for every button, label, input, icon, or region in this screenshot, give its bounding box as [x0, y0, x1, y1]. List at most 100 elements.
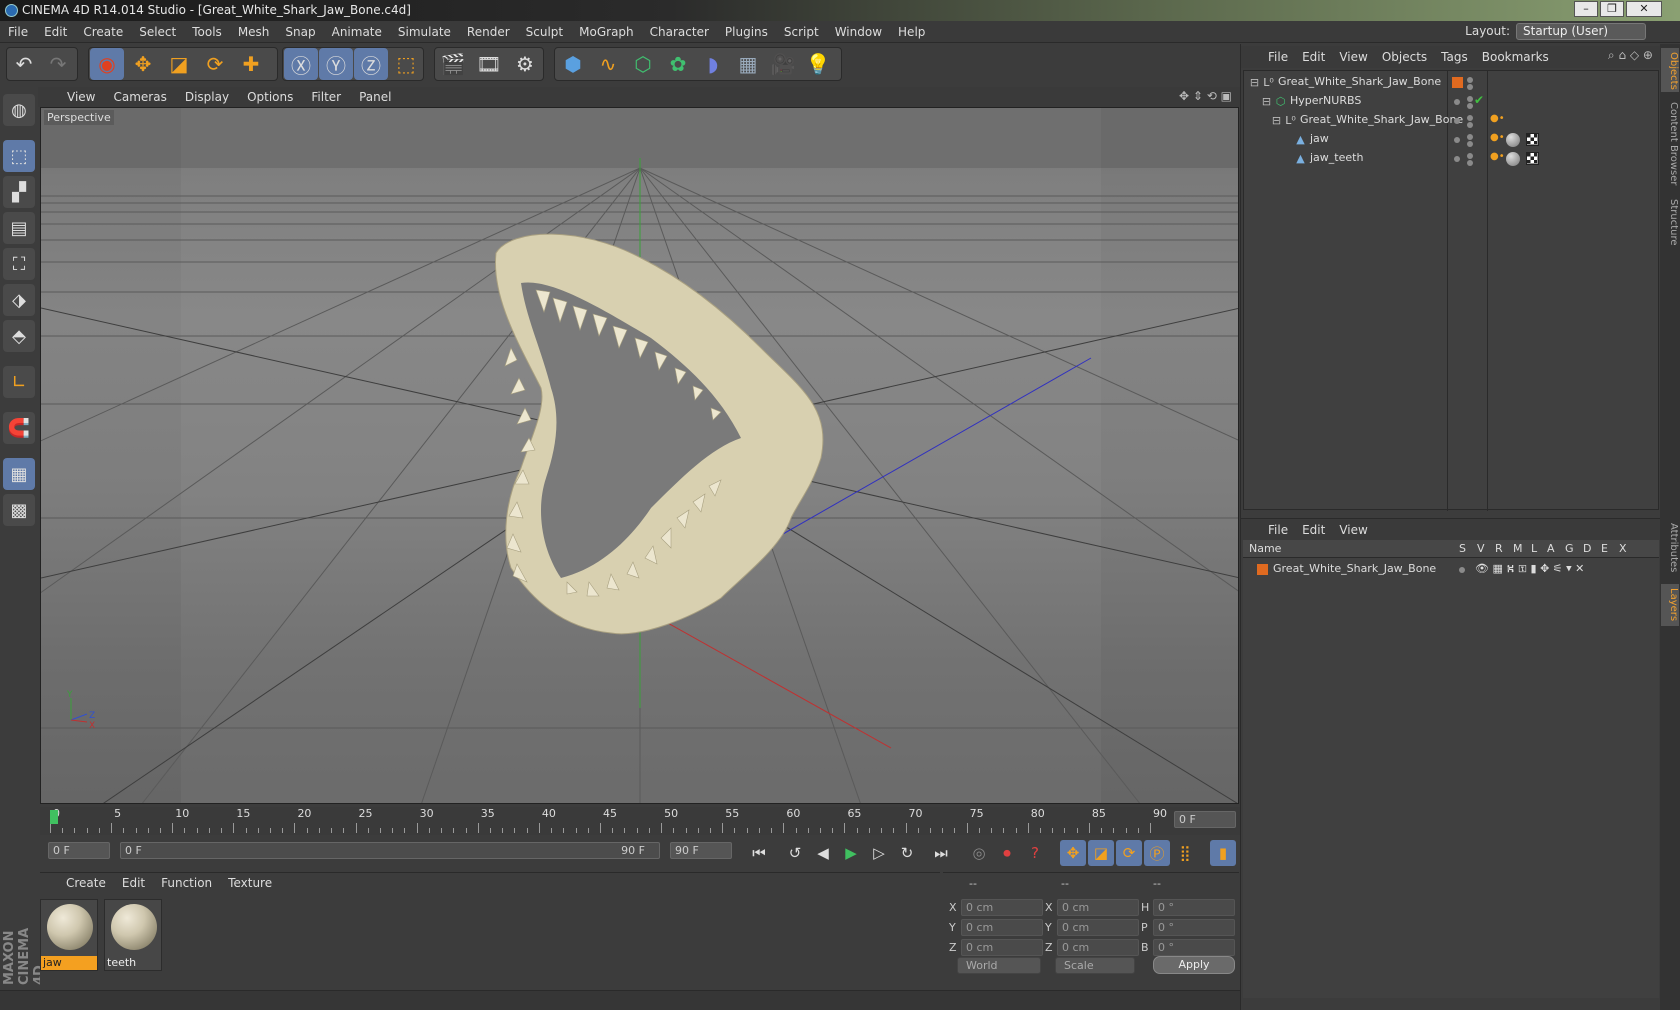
layer-col-g[interactable]: G — [1565, 542, 1574, 555]
phong-tag-icon[interactable]: ●• — [1490, 113, 1505, 124]
rotation-b-field[interactable]: 0 ° — [1153, 939, 1235, 956]
scale-icon[interactable]: ◪ — [162, 48, 196, 80]
viewport-menu-options[interactable]: Options — [238, 87, 302, 107]
edges-mode-icon[interactable]: ⬗ — [3, 284, 35, 316]
expand-icon[interactable]: ⊟ — [1270, 114, 1283, 127]
viewport-menu-cameras[interactable]: Cameras — [104, 87, 175, 107]
z-axis-icon[interactable]: Ⓩ — [354, 48, 388, 80]
position-x-field[interactable]: 0 cm — [961, 899, 1043, 916]
render-picture-viewer-icon[interactable]: 🎞 — [472, 48, 506, 80]
key-position-icon[interactable]: ✥ — [1060, 840, 1086, 866]
viewport-menu-filter[interactable]: Filter — [302, 87, 350, 107]
object-row[interactable]: ▲ jaw ●• — [1244, 130, 1658, 150]
perspective-viewport[interactable]: Y Z X Perspective — [40, 107, 1239, 804]
layer-col-m[interactable]: M — [1513, 542, 1523, 555]
layer-col-d[interactable]: D — [1583, 542, 1591, 555]
menu-animate[interactable]: Animate — [324, 21, 390, 43]
material-menu-function[interactable]: Function — [153, 873, 220, 893]
goto-end-icon[interactable]: ⏭ — [928, 840, 954, 866]
layer-col-name[interactable]: Name — [1249, 542, 1281, 555]
x-axis-icon[interactable]: Ⓧ — [284, 48, 318, 80]
layout-dropdown[interactable]: Startup (User) — [1516, 23, 1646, 40]
object-manager-tools-icons[interactable]: ⌕ ⌂ ◇ ⊕ — [1608, 48, 1653, 63]
make-editable-icon[interactable]: ◍ — [3, 94, 35, 126]
start-frame-field[interactable]: 0 F — [48, 842, 110, 859]
current-frame-field[interactable]: 0 F — [1174, 811, 1236, 828]
points-mode-icon[interactable]: ⛶ — [3, 248, 35, 280]
phong-tag-icon[interactable]: ●• — [1490, 151, 1505, 162]
layer-col-l[interactable]: L — [1531, 542, 1537, 555]
deformer-icon[interactable]: ◗ — [696, 48, 730, 80]
menu-mograph[interactable]: MoGraph — [571, 21, 642, 43]
menu-plugins[interactable]: Plugins — [717, 21, 776, 43]
prev-frame-icon[interactable]: ◀ — [810, 840, 836, 866]
layer-col-r[interactable]: R — [1495, 542, 1503, 555]
material-tag-icon[interactable] — [1506, 133, 1520, 147]
timeline-window-icon[interactable]: ▮ — [1210, 840, 1236, 866]
layer-menu-view[interactable]: View — [1332, 519, 1374, 541]
timeline-ruler[interactable]: 051015202530354045505560657075808590 0 F — [40, 807, 1240, 835]
object-row[interactable]: ▲ jaw_teeth ●• — [1244, 149, 1658, 169]
menu-file[interactable]: File — [0, 21, 36, 43]
key-scale-icon[interactable]: ◪ — [1088, 840, 1114, 866]
snap-magnet-icon[interactable]: 🧲 — [3, 412, 35, 444]
layer-col-a[interactable]: A — [1547, 542, 1555, 555]
play-icon[interactable]: ▶ — [838, 840, 864, 866]
size-x-field[interactable]: 0 cm — [1057, 899, 1139, 916]
viewport-menu-panel[interactable]: Panel — [350, 87, 400, 107]
quantize-icon[interactable]: ▩ — [3, 494, 35, 526]
menu-create[interactable]: Create — [75, 21, 131, 43]
end-frame-field[interactable]: 90 F — [670, 842, 732, 859]
workplane-icon[interactable]: ▤ — [3, 212, 35, 244]
object-row[interactable]: ⊟ L⁰ Great_White_Shark_Jaw_Bone — [1244, 73, 1658, 93]
position-z-field[interactable]: 0 cm — [961, 939, 1043, 956]
tab-structure[interactable]: Structure — [1661, 194, 1679, 250]
layer-menu-file[interactable]: File — [1261, 519, 1295, 541]
array-icon[interactable]: ✿ — [661, 48, 695, 80]
layer-color-swatch[interactable] — [1257, 564, 1268, 575]
workplane-lock-icon[interactable]: ▦ — [3, 458, 35, 490]
menu-sculpt[interactable]: Sculpt — [518, 21, 571, 43]
apply-button[interactable]: Apply — [1153, 956, 1235, 974]
render-view-icon[interactable]: 🎬 — [436, 48, 470, 80]
expand-icon[interactable]: ⊟ — [1260, 95, 1273, 108]
menu-simulate[interactable]: Simulate — [390, 21, 459, 43]
layer-row[interactable]: Great_White_Shark_Jaw_Bone 👁 ▦ ⛕ ⚿ ▮ ✥ ⚟… — [1243, 560, 1657, 580]
viewport-menu-display[interactable]: Display — [176, 87, 238, 107]
layer-visibility-icons[interactable]: 👁 ▦ ⛕ ⚿ ▮ ✥ ⚟ ⏷ ✕ — [1475, 562, 1584, 577]
menu-render[interactable]: Render — [459, 21, 518, 43]
object-menu-tags[interactable]: Tags — [1434, 46, 1475, 68]
menu-window[interactable]: Window — [827, 21, 890, 43]
move-icon[interactable]: ✥ — [126, 48, 160, 80]
layer-col-x[interactable]: X — [1619, 542, 1627, 555]
maximize-button[interactable]: ❐ — [1600, 1, 1624, 17]
autokey-icon[interactable]: ⏺ — [994, 840, 1020, 866]
tab-content-browser[interactable]: Content Browser — [1661, 98, 1679, 190]
cube-icon[interactable]: ⬢ — [556, 48, 590, 80]
layer-color-swatch[interactable] — [1452, 77, 1463, 88]
recent-tool-icon[interactable]: ✚ — [234, 48, 268, 80]
coordinate-system-icon[interactable]: ⬚ — [389, 48, 423, 80]
size-z-field[interactable]: 0 cm — [1057, 939, 1139, 956]
keyframe-selection-icon[interactable]: ? — [1022, 840, 1048, 866]
minimize-button[interactable]: – — [1574, 1, 1598, 17]
texture-mode-icon[interactable]: ▞ — [3, 176, 35, 208]
floor-icon[interactable]: ▦ — [731, 48, 765, 80]
viewport-nav-icons[interactable]: ✥ ⇕ ⟲ ▣ — [1179, 89, 1232, 103]
redo-icon[interactable]: ↷ — [42, 48, 74, 80]
tab-attributes[interactable]: Attributes — [1661, 518, 1679, 578]
key-parameter-icon[interactable]: Ⓟ — [1144, 840, 1170, 866]
object-menu-objects[interactable]: Objects — [1375, 46, 1434, 68]
tab-objects[interactable]: Objects — [1661, 48, 1679, 92]
playhead[interactable] — [50, 810, 58, 824]
y-axis-icon[interactable]: Ⓨ — [319, 48, 353, 80]
menu-edit[interactable]: Edit — [36, 21, 75, 43]
undo-icon[interactable]: ↶ — [8, 48, 40, 80]
viewport-menu-view[interactable]: View — [58, 87, 104, 107]
render-settings-icon[interactable]: ⚙ — [508, 48, 542, 80]
key-rotation-icon[interactable]: ⟳ — [1116, 840, 1142, 866]
object-menu-edit[interactable]: Edit — [1295, 46, 1332, 68]
object-row[interactable]: ⊟ ⬡ HyperNURBS ✔ — [1244, 92, 1658, 112]
tab-layers[interactable]: Layers — [1661, 584, 1679, 626]
material-menu-create[interactable]: Create — [58, 873, 114, 893]
